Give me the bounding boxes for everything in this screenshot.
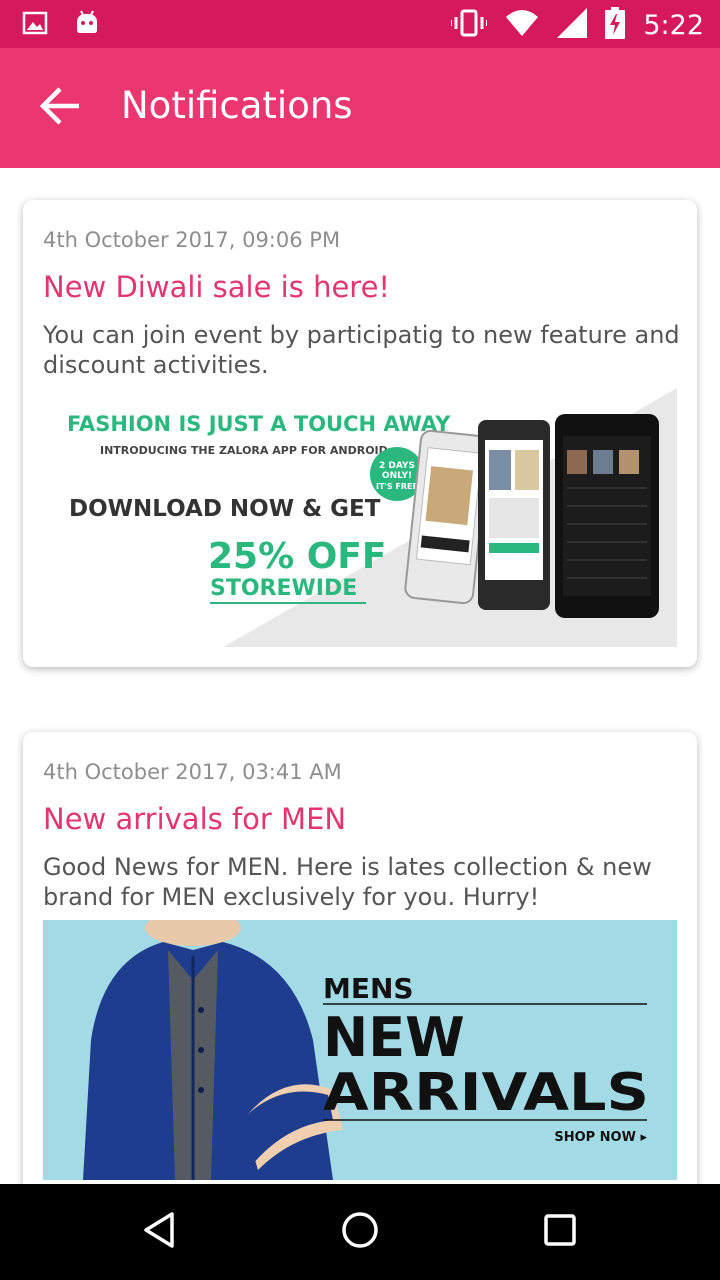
home-circle-icon [340, 1210, 380, 1254]
badge-line-3: IT'S FREE [376, 482, 418, 491]
recents-square-icon [540, 1210, 580, 1254]
notification-title: New Diwali sale is here! [43, 270, 391, 304]
back-button[interactable] [30, 78, 90, 138]
back-triangle-icon [140, 1210, 180, 1254]
notification-date: 4th October 2017, 09:06 PM [43, 228, 341, 252]
nav-back-button[interactable] [130, 1202, 190, 1262]
banner-offer: 25% OFF [208, 536, 387, 577]
notification-body: Good News for MEN. Here is lates collect… [43, 853, 652, 911]
notification-card[interactable]: 4th October 2017, 03:41 AM New arrivals … [23, 732, 697, 1184]
app-bar: Notifications [0, 48, 720, 168]
badge-line-1: 2 DAYS [379, 461, 415, 471]
notification-body: You can join event by participatig to ne… [43, 321, 680, 379]
banner-line-2: NEW [323, 1006, 465, 1069]
wifi-icon [505, 9, 539, 41]
image-icon [22, 10, 48, 40]
banner-headline: FASHION IS JUST A TOUCH AWAY [67, 412, 451, 436]
notification-date: 4th October 2017, 03:41 AM [43, 760, 342, 784]
android-icon [74, 10, 100, 40]
phone-image-2 [478, 420, 550, 610]
banner-line-1: MENS [323, 972, 414, 1005]
status-bar: 5:22 [0, 0, 720, 48]
banner-line-3: ARRIVALS [323, 1063, 649, 1123]
battery-charging-icon [605, 7, 626, 43]
navigation-bar [0, 1184, 720, 1280]
vibrate-icon [450, 8, 489, 42]
status-time: 5:22 [643, 9, 704, 41]
nav-home-button[interactable] [330, 1202, 390, 1262]
notification-card[interactable]: 4th October 2017, 09:06 PM New Diwali sa… [23, 200, 697, 667]
banner-shop-now: SHOP NOW ▸ [554, 1130, 647, 1145]
notification-list[interactable]: 4th October 2017, 09:06 PM New Diwali sa… [0, 168, 720, 1184]
banner-subheadline: INTRODUCING THE ZALORA APP FOR ANDROID [100, 444, 388, 457]
nav-recents-button[interactable] [530, 1202, 590, 1262]
banner-offer-sub: STOREWIDE [210, 576, 357, 601]
phone-image-3 [555, 414, 659, 618]
notification-banner-image[interactable]: MENS NEW ARRIVALS SHOP NOW ▸ [43, 920, 677, 1180]
notification-banner-image[interactable]: FASHION IS JUST A TOUCH AWAY INTRODUCING… [43, 388, 677, 647]
signal-icon [557, 8, 588, 42]
page-title: Notifications [121, 84, 353, 127]
notification-title: New arrivals for MEN [43, 802, 347, 836]
banner-cta: DOWNLOAD NOW & GET [69, 496, 381, 522]
badge-line-2: ONLY! [382, 471, 412, 481]
arrow-back-icon [39, 85, 81, 131]
